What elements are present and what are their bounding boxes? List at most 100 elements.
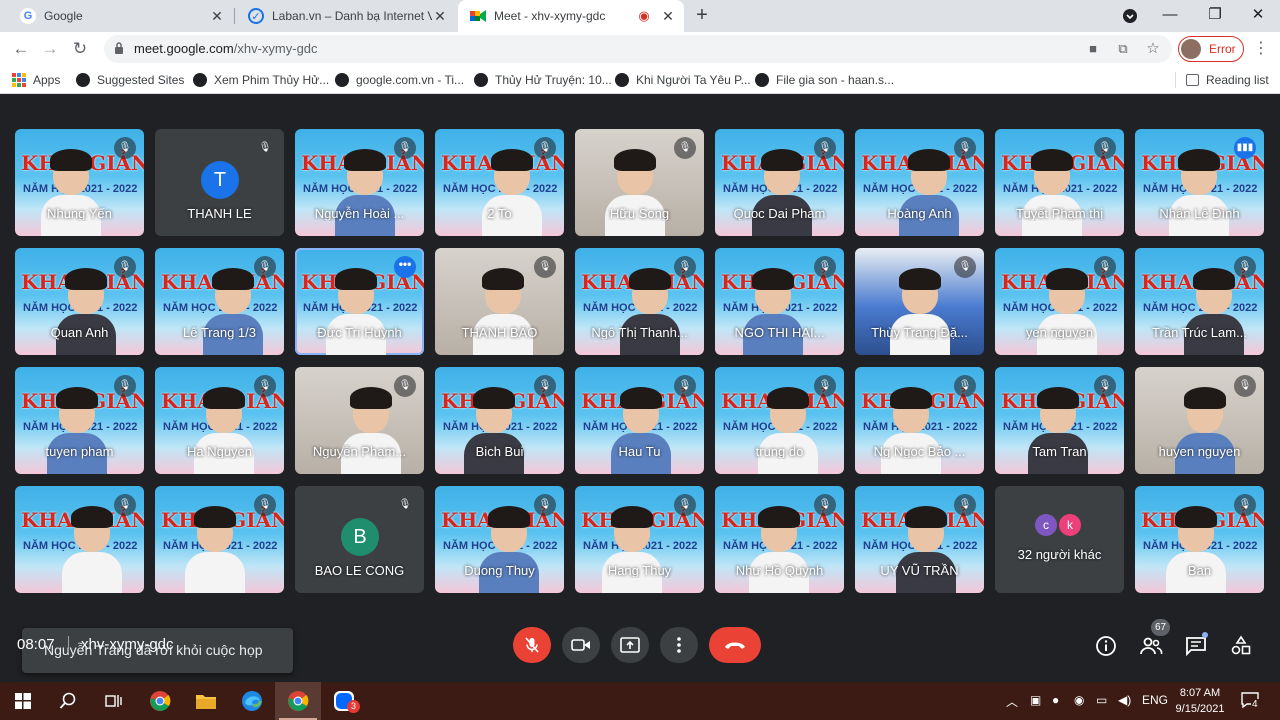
tab-search-icon[interactable] — [1110, 0, 1150, 32]
taskbar-clock[interactable]: 8:07 AM 9/15/2021 — [1170, 685, 1230, 717]
participant-video — [185, 506, 245, 593]
back-button[interactable]: ← — [8, 36, 34, 62]
participant-tile[interactable]: KHAI GIẢNGNĂM HỌC 2021 - 2022🎙Nguyễn Hoà… — [295, 129, 424, 236]
participant-name: Hang Thuy — [607, 563, 672, 578]
tray-overflow-icon[interactable]: ︿ — [1006, 693, 1018, 710]
camera-icon[interactable]: ■ — [1084, 40, 1102, 58]
participant-tile[interactable]: KHAI GIẢNGNĂM HỌC 2021 - 2022🎙Hang Thuy — [575, 486, 704, 593]
participant-tile[interactable]: KHAI GIẢNGNĂM HỌC 2021 - 2022🎙Nhung Yến — [15, 129, 144, 236]
participant-tile[interactable]: KHAI GIẢNGNĂM HỌC 2021 - 2022🎙Bich Bui — [435, 367, 564, 474]
network-icon[interactable]: ▭ — [1096, 693, 1107, 707]
bookmark-google-vn[interactable]: google.com.vn - Ti... — [335, 71, 464, 89]
location-tray-icon[interactable]: ◉ — [1074, 693, 1084, 707]
participant-tile[interactable]: KHAI GIẢNGNĂM HỌC 2021 - 2022🎙Quan Anh — [15, 248, 144, 355]
mic-off-icon: 🎙 — [814, 137, 836, 159]
mic-off-icon: 🎙 — [674, 494, 696, 516]
volume-icon[interactable]: ◀) — [1118, 693, 1131, 707]
meet-tray-icon[interactable]: ▣ — [1030, 693, 1041, 707]
bookmark-suggested-sites[interactable]: Suggested Sites — [76, 71, 184, 89]
participant-tile[interactable]: KHAI GIẢNGNĂM HỌC 2021 - 2022🎙Ha Nguyen — [155, 367, 284, 474]
participant-tile[interactable]: KHAI GIẢNGNĂM HỌC 2021 - 2022🎙Hau Tu — [575, 367, 704, 474]
participant-tile[interactable]: 🎙 Nguyễn Phạm... — [295, 367, 424, 474]
bookmark-apps[interactable]: Apps — [12, 71, 60, 89]
task-view-button[interactable] — [90, 682, 136, 720]
mic-off-icon: 🎙 — [814, 375, 836, 397]
participant-tile[interactable]: KHAI GIẢNGNĂM HỌC 2021 - 2022🎙Ng Ngọc Bả… — [855, 367, 984, 474]
meeting-details-button[interactable] — [1094, 634, 1118, 658]
participant-tile[interactable]: KHAI GIẢNGNĂM HỌC 2021 - 2022🎙 — [15, 486, 144, 593]
participant-tile[interactable]: c k 32 người khác — [995, 486, 1124, 593]
activities-button[interactable] — [1229, 634, 1253, 658]
participant-tile[interactable]: KHAI GIẢNGNĂM HỌC 2021 - 2022🎙Trần Trúc … — [1135, 248, 1264, 355]
participant-tile[interactable]: 🎙 huyen nguyen — [1135, 367, 1264, 474]
new-tab-button[interactable]: + — [690, 4, 714, 28]
participant-tile[interactable]: 🎙 Hữu Song — [575, 129, 704, 236]
tab-meet[interactable]: Meet - xhv-xymy-gdc ◉ ✕ — [458, 0, 684, 32]
bookmark-xem-phim[interactable]: Xem Phim Thủy Hử... — [193, 71, 329, 89]
participant-tile[interactable]: 🎙 THÀNH BẢO — [435, 248, 564, 355]
windows-start-button[interactable] — [0, 682, 46, 720]
participant-tile[interactable]: KHAI GIẢNGNĂM HỌC 2021 - 2022🎙yen nguyen — [995, 248, 1124, 355]
edge-icon — [242, 691, 262, 711]
minimize-button[interactable]: — — [1150, 0, 1190, 32]
reload-button[interactable]: ↻ — [67, 36, 93, 62]
participant-tile[interactable]: KHAI GIẢNGNĂM HỌC 2021 - 2022🎙Quoc Dai P… — [715, 129, 844, 236]
close-icon[interactable]: ✕ — [432, 8, 448, 25]
present-screen-button[interactable] — [611, 627, 649, 663]
participant-tile[interactable]: KHAI GIẢNGNĂM HỌC 2021 - 2022🎙 — [155, 486, 284, 593]
close-icon[interactable]: ✕ — [209, 8, 225, 25]
more-options-button[interactable] — [660, 627, 698, 663]
language-indicator[interactable]: ENG — [1142, 693, 1168, 707]
participant-video — [890, 268, 950, 355]
close-icon[interactable]: ✕ — [660, 8, 676, 25]
more-vert-icon[interactable]: ⋮ — [1252, 38, 1270, 60]
participant-tile[interactable]: KHAI GIẢNGNĂM HỌC 2021 - 2022•••Đức Trí … — [295, 248, 424, 355]
participant-tile[interactable]: KHAI GIẢNGNĂM HỌC 2021 - 2022🎙Ban — [1135, 486, 1264, 593]
tab-laban[interactable]: ✓ Laban.vn – Danh bạ Internet Việt ✕ — [236, 0, 456, 32]
bookmark-file-gia-son[interactable]: File gia son - haan.s... — [755, 71, 894, 89]
people-button[interactable] — [1139, 634, 1163, 658]
participant-tile[interactable]: KHAI GIẢNGNĂM HỌC 2021 - 2022🎙Như Hồ Quỳ… — [715, 486, 844, 593]
leave-call-button[interactable] — [709, 627, 761, 663]
bookmark-thuy-hu[interactable]: Thủy Hử Truyện: 10... — [474, 71, 612, 89]
participant-tile[interactable]: B 🎙 BAO LE CONG — [295, 486, 424, 593]
participant-tile[interactable]: KHAI GIẢNGNĂM HỌC 2021 - 2022🎙Hoàng Anh — [855, 129, 984, 236]
participant-tile[interactable]: KHAI GIẢNGNĂM HỌC 2021 - 2022🎙Duong Thuy — [435, 486, 564, 593]
mic-off-icon: 🎙 — [254, 256, 276, 278]
participant-tile[interactable]: KHAI GIẢNGNĂM HỌC 2021 - 2022🎙Tam Tran — [995, 367, 1124, 474]
participant-tile[interactable]: KHAI GIẢNGNĂM HỌC 2021 - 2022🎙2 To — [435, 129, 564, 236]
participant-tile[interactable]: KHAI GIẢNGNĂM HỌC 2021 - 2022🎙UY VŨ TRẦN — [855, 486, 984, 593]
recording-icon: ◉ — [638, 8, 650, 23]
tab-google[interactable]: G Google ✕ — [8, 0, 233, 32]
participant-tile[interactable]: KHAI GIẢNGNĂM HỌC 2021 - 2022🎙trung do — [715, 367, 844, 474]
participant-tile[interactable]: KHAI GIẢNGNĂM HỌC 2021 - 2022▮▮▮Nhân Lê … — [1135, 129, 1264, 236]
participant-tile[interactable]: KHAI GIẢNGNĂM HỌC 2021 - 2022🎙Ngô Thị Th… — [575, 248, 704, 355]
bookmark-star-icon[interactable]: ☆ — [1144, 40, 1162, 58]
translate-icon[interactable]: ⧉ — [1114, 40, 1132, 58]
participant-tile[interactable]: KHAI GIẢNGNĂM HỌC 2021 - 2022🎙Tuyết Phạm… — [995, 129, 1124, 236]
close-window-button[interactable]: ✕ — [1238, 0, 1278, 32]
reading-list-button[interactable]: Reading list — [1186, 71, 1269, 89]
taskbar-chrome[interactable] — [137, 682, 183, 720]
people-icon — [1140, 637, 1163, 655]
mic-toggle-button[interactable] — [513, 627, 551, 663]
maximize-button[interactable]: ❐ — [1195, 0, 1235, 32]
bookmark-khi-nguoi[interactable]: Khi Người Ta Yêu P... — [615, 71, 751, 89]
camera-toggle-button[interactable] — [562, 627, 600, 663]
taskbar-edge[interactable] — [229, 682, 275, 720]
participant-tile[interactable]: KHAI GIẢNGNĂM HỌC 2021 - 2022🎙Lê Trang 1… — [155, 248, 284, 355]
notifications-icon[interactable]: 4 — [1240, 691, 1260, 712]
address-bar[interactable]: meet.google.com/xhv-xymy-gdc ■ ⧉ ☆ — [104, 35, 1172, 63]
participant-tile[interactable]: KHAI GIẢNGNĂM HỌC 2021 - 2022🎙NGO THI HA… — [715, 248, 844, 355]
taskbar-chrome-active[interactable] — [275, 682, 321, 720]
tile-more-options-icon[interactable]: ••• — [394, 256, 416, 278]
taskbar-zalo[interactable]: 3 — [321, 682, 367, 720]
forward-button[interactable]: → — [37, 36, 63, 62]
participant-tile[interactable]: KHAI GIẢNGNĂM HỌC 2021 - 2022🎙tuyen pham — [15, 367, 144, 474]
taskbar-file-explorer[interactable] — [183, 682, 229, 720]
profile-button[interactable]: Error — [1178, 36, 1244, 62]
microphone-tray-icon[interactable]: ● — [1052, 693, 1059, 707]
participant-tile[interactable]: 🎙 Thùy Trang Đặ... — [855, 248, 984, 355]
participant-tile[interactable]: T 🎙 THANH LE — [155, 129, 284, 236]
taskbar-search-button[interactable] — [45, 682, 91, 720]
